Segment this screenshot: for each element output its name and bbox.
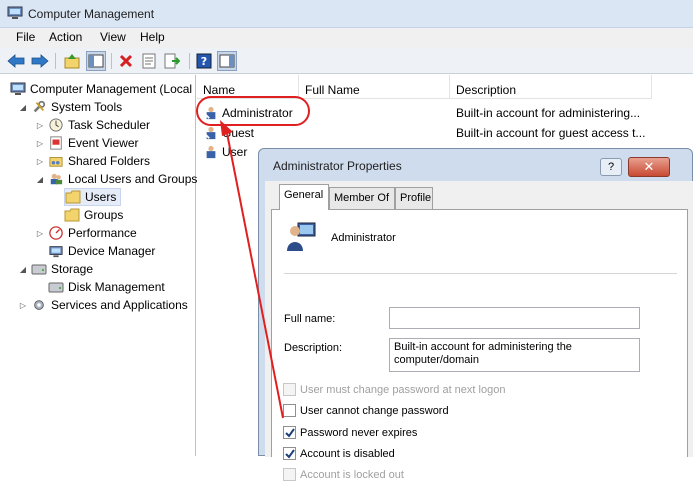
tab-general[interactable]: General bbox=[279, 184, 329, 210]
checkbox-box[interactable] bbox=[283, 468, 296, 481]
checkbox-account-locked-out[interactable]: Account is locked out bbox=[283, 468, 404, 481]
annotation-arrow bbox=[220, 120, 284, 419]
checkbox-label: Account is locked out bbox=[300, 468, 404, 481]
